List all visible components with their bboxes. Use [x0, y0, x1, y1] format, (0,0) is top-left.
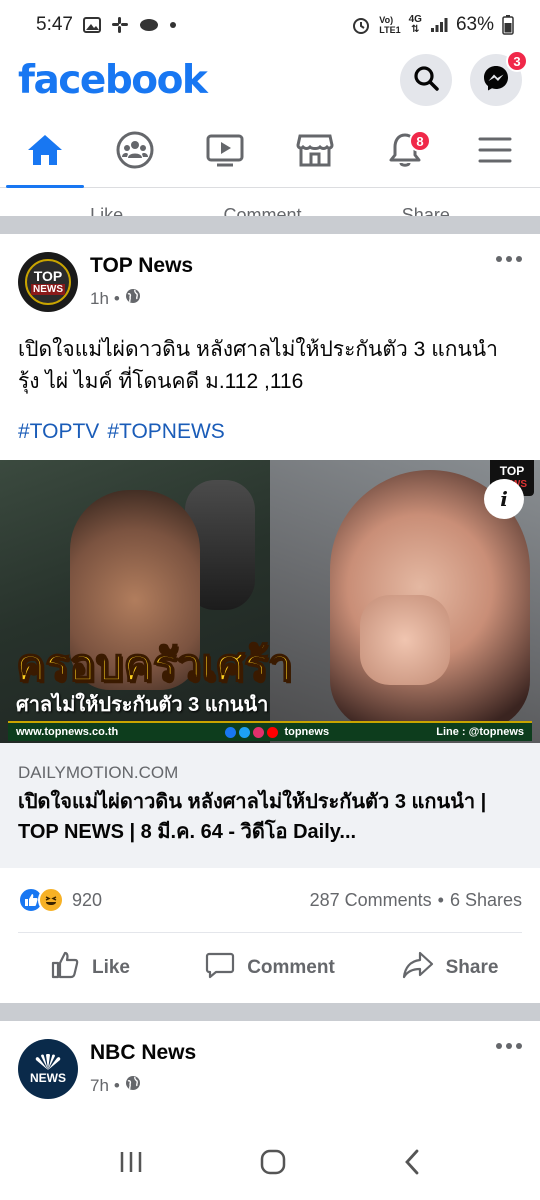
post-author[interactable]: NBC News: [90, 1041, 196, 1065]
prev-comment-button[interactable]: Comment: [223, 205, 301, 216]
watch-icon: [205, 132, 245, 173]
post-time[interactable]: 1h: [90, 289, 109, 309]
post-meta: 7h •: [90, 1075, 196, 1096]
menu-icon: [477, 135, 513, 170]
post-header: TOP NEWS TOP News 1h •: [0, 234, 540, 316]
reaction-count[interactable]: 920: [72, 890, 102, 911]
avatar-text-top: TOP: [33, 268, 63, 284]
notifications-badge: 8: [409, 130, 431, 152]
avatar[interactable]: TOP NEWS: [18, 252, 78, 312]
status-bar: 5:47 Vo) LTE1 4G ⇅ 63%: [0, 0, 540, 50]
post-actions: Like Comment Share: [0, 933, 540, 1003]
tab-groups[interactable]: [90, 118, 180, 187]
reaction-summary: 920 287 Comments • 6 Shares: [18, 868, 522, 933]
messenger-badge: 3: [506, 50, 528, 72]
link-domain: DAILYMOTION.COM: [18, 763, 179, 782]
home-icon: [26, 133, 64, 172]
status-time: 5:47: [36, 14, 73, 35]
avatar-text-bottom: NEWS: [31, 284, 65, 295]
like-label: Like: [91, 957, 131, 978]
share-icon: [402, 950, 434, 986]
link-preview[interactable]: DAILYMOTION.COM เปิดใจแม่ไผ่ดาวดิน หลังศ…: [0, 743, 540, 868]
peacock-icon: [35, 1053, 61, 1070]
messenger-icon: [482, 64, 510, 97]
network-type: 4G ⇅: [408, 14, 422, 35]
hashtag-link[interactable]: #TOPNEWS: [107, 420, 224, 460]
share-count[interactable]: 6 Shares: [450, 890, 522, 911]
meta-separator: •: [113, 288, 120, 308]
comment-label: Comment: [247, 957, 335, 978]
thumbs-up-icon: [50, 950, 80, 986]
feed-post: NEWS NBC News 7h •: [0, 1021, 540, 1128]
prev-share-button[interactable]: Share: [402, 205, 450, 216]
dot-icon: [169, 21, 177, 29]
like-button[interactable]: Like: [0, 950, 180, 986]
avatar-text: NEWS: [30, 1070, 66, 1085]
facebook-logo[interactable]: facebook: [18, 58, 208, 103]
globe-icon: [125, 1075, 141, 1096]
comment-icon: [205, 950, 235, 986]
post-text: เปิดใจแม่ไผ่ดาวดิน หลังศาลไม่ให้ประกันตั…: [18, 338, 498, 393]
gallery-icon: [82, 17, 101, 33]
image-line-handle: Line : @topnews: [436, 726, 524, 738]
comment-count[interactable]: 287 Comments: [310, 890, 432, 911]
feed-post: TOP NEWS TOP News 1h • เปิดใจแม่ไผ่ดาวดิ…: [0, 234, 540, 1003]
prev-like-button[interactable]: Like: [90, 205, 123, 216]
post-header: NEWS NBC News 7h •: [0, 1021, 540, 1103]
image-subheadline: ศาลไม่ให้ประกันตัว 3 แกนนำ: [16, 694, 269, 716]
search-button[interactable]: [400, 54, 452, 106]
link-title: เปิดใจแม่ไผ่ดาวดิน หลังศาลไม่ให้ประกันตั…: [18, 791, 487, 843]
image-footer-strip: www.topnews.co.th topnews Line : @topnew…: [8, 721, 532, 741]
chat-bubble-icon: [139, 17, 159, 33]
groups-icon: [115, 130, 155, 175]
post-hashtags: #TOPTV #TOPNEWS: [0, 398, 540, 460]
globe-icon: [125, 288, 141, 309]
marketplace-icon: [296, 132, 334, 173]
post-image[interactable]: ครอบครัวเศร้า ศาลไม่ให้ประกันตัว 3 แกนนำ…: [0, 460, 540, 743]
volte-indicator: Vo) LTE1: [379, 15, 401, 35]
alarm-icon: [351, 15, 371, 35]
tab-watch[interactable]: [180, 118, 270, 187]
search-icon: [413, 65, 439, 96]
slack-icon: [111, 16, 129, 34]
social-icons: topnews: [225, 726, 329, 738]
main-nav: 8: [0, 118, 540, 188]
reaction-icons[interactable]: [18, 887, 64, 913]
image-social-handle: topnews: [284, 726, 330, 738]
news-feed[interactable]: Like Comment Share TOP NEWS TOP News 1h …: [0, 188, 540, 1128]
post-author[interactable]: TOP News: [90, 254, 193, 278]
tab-marketplace[interactable]: [270, 118, 360, 187]
tab-notifications[interactable]: 8: [360, 118, 450, 187]
share-label: Share: [445, 957, 499, 978]
comment-button[interactable]: Comment: [180, 950, 360, 986]
signal-icon: [430, 17, 448, 33]
home-button[interactable]: [259, 1148, 287, 1181]
tab-menu[interactable]: [450, 118, 540, 187]
post-meta: 1h •: [90, 288, 193, 309]
info-button[interactable]: i: [484, 479, 524, 519]
hashtag-link[interactable]: #TOPTV: [18, 420, 99, 460]
messenger-button[interactable]: 3: [470, 50, 528, 106]
meta-separator: •: [113, 1075, 120, 1095]
recent-apps-button[interactable]: [118, 1150, 144, 1179]
previous-post-actions: Like Comment Share: [0, 188, 540, 216]
tab-home[interactable]: [0, 118, 90, 188]
share-button[interactable]: Share: [360, 950, 540, 986]
count-separator: •: [437, 889, 444, 910]
post-options-button[interactable]: [496, 1043, 522, 1051]
battery-percent: 63%: [455, 14, 494, 35]
post-options-button[interactable]: [496, 256, 522, 264]
avatar[interactable]: NEWS: [18, 1039, 78, 1099]
app-header: facebook 3: [0, 50, 540, 110]
haha-reaction-icon: [38, 887, 64, 913]
post-time[interactable]: 7h: [90, 1076, 109, 1096]
system-navigation-bar: [0, 1128, 540, 1200]
image-site: www.topnews.co.th: [16, 726, 119, 738]
battery-icon: [502, 15, 514, 35]
back-button[interactable]: [402, 1148, 422, 1181]
